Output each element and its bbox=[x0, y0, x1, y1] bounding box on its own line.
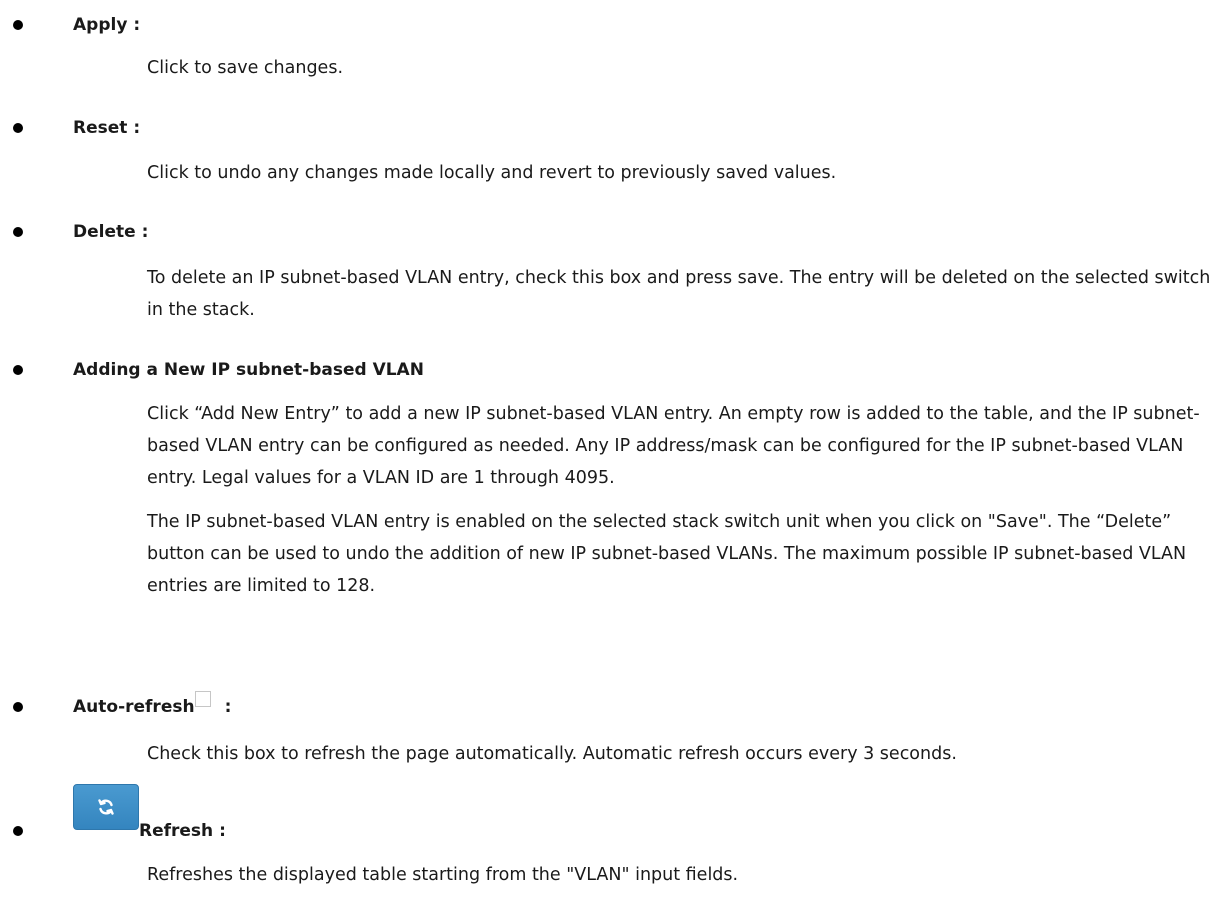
bullet-icon bbox=[13, 702, 23, 712]
item-heading: Adding a New IP subnet-based VLAN bbox=[73, 360, 424, 380]
item-heading: Delete : bbox=[73, 222, 149, 242]
item-heading: Apply : bbox=[73, 15, 141, 35]
bullet-icon bbox=[13, 20, 23, 30]
item-description: Click to save changes. bbox=[147, 58, 344, 78]
item-heading-suffix: : bbox=[224, 697, 232, 717]
item-description: Click “Add New Entry” to add a new IP su… bbox=[147, 404, 1200, 596]
refresh-button-image bbox=[73, 784, 139, 830]
item-description: Check this box to refresh the page autom… bbox=[147, 744, 957, 764]
item-heading-label: Auto-refresh bbox=[73, 697, 195, 717]
bullet-icon bbox=[13, 123, 23, 133]
bullet-icon bbox=[13, 365, 23, 375]
item-description: Refreshes the displayed table starting f… bbox=[147, 865, 739, 885]
item-heading: Refresh : bbox=[139, 821, 226, 841]
bullet-icon bbox=[13, 227, 23, 237]
item-heading: Reset : bbox=[73, 118, 141, 138]
checkbox-unchecked-icon bbox=[194, 691, 211, 707]
refresh-arrows-icon bbox=[98, 799, 114, 815]
item-description: Click to undo any changes made locally a… bbox=[147, 163, 837, 183]
item-description: To delete an IP subnet-based VLAN entry,… bbox=[147, 268, 1211, 320]
item-heading: Auto-refresh: bbox=[73, 691, 232, 719]
bullet-icon bbox=[13, 826, 23, 836]
